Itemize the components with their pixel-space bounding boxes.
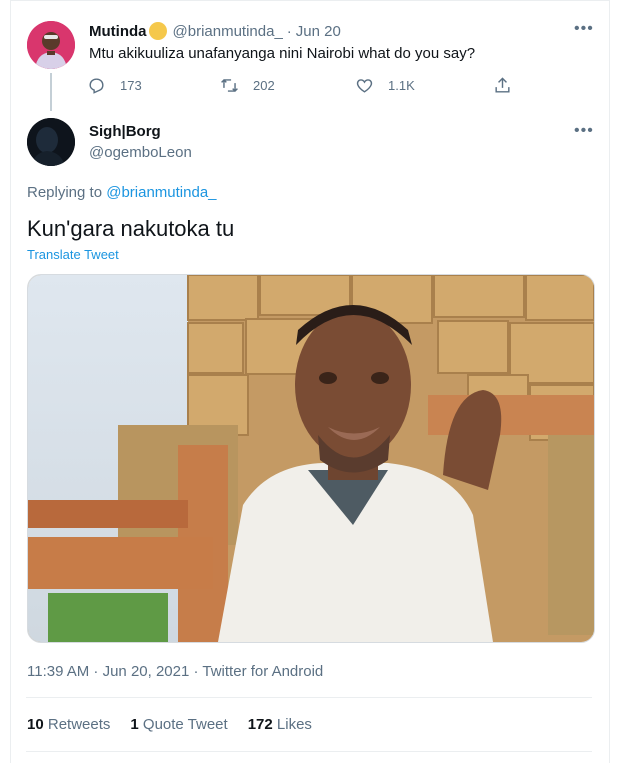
main-tweet-text: Kun'gara nakutoka tu	[27, 216, 235, 241]
parent-actions: 173 202 1.1K	[87, 76, 517, 96]
likes-label: Likes	[276, 716, 312, 733]
quotes-label: Quote Tweet	[142, 716, 228, 733]
retweet-button[interactable]: 202	[220, 76, 275, 95]
share-button[interactable]	[493, 76, 526, 95]
retweets-stat[interactable]: 10 Retweets	[27, 716, 110, 733]
parent-handle[interactable]: @brianmutinda_	[173, 23, 283, 40]
verified-badge-icon	[148, 22, 167, 40]
thread-connector-line	[50, 73, 52, 111]
main-handle[interactable]: @ogemboLeon	[89, 144, 192, 161]
share-icon	[495, 77, 510, 93]
retweets-label: Retweets	[47, 716, 111, 733]
parent-separator: ·	[286, 22, 292, 40]
parent-date[interactable]: Jun 20	[296, 23, 341, 40]
main-display-name[interactable]: Sigh|Borg	[89, 123, 161, 140]
parent-more-icon[interactable]: •••	[574, 20, 594, 38]
replying-to-line: Replying to @brianmutinda_	[27, 184, 217, 201]
media-photo	[28, 275, 594, 642]
reply-count: 173	[120, 78, 142, 93]
avatar-main-image	[27, 118, 75, 166]
engagement-stats: 10 Retweets 1 Quote Tweet 172 Likes	[27, 716, 312, 733]
avatar-parent[interactable]	[27, 21, 75, 69]
heart-icon	[356, 79, 373, 93]
parent-display-name[interactable]: Mutinda	[89, 23, 147, 40]
replying-prefix: Replying to	[27, 184, 103, 201]
quotes-stat[interactable]: 1 Quote Tweet	[130, 716, 227, 733]
divider-top	[26, 697, 592, 698]
tweet-media-image[interactable]	[27, 274, 595, 643]
retweet-icon	[221, 78, 238, 93]
divider-bottom	[26, 751, 592, 752]
tweet-timestamp[interactable]: 11:39 AM · Jun 20, 2021 · Twitter for An…	[27, 663, 323, 680]
avatar-parent-image	[27, 21, 75, 69]
like-button[interactable]: 1.1K	[355, 76, 415, 95]
main-more-icon[interactable]: •••	[574, 122, 594, 140]
like-count: 1.1K	[388, 78, 415, 93]
reply-button[interactable]: 173	[87, 76, 142, 95]
translate-tweet-link[interactable]: Translate Tweet	[27, 247, 119, 262]
likes-count: 172	[247, 716, 273, 733]
replying-to-link[interactable]: @brianmutinda_	[106, 184, 216, 201]
quotes-count: 1	[130, 716, 139, 733]
parent-header: Mutinda @brianmutinda_ · Jun 20	[89, 22, 341, 40]
retweet-count: 202	[253, 78, 275, 93]
avatar-main[interactable]	[27, 118, 75, 166]
parent-text: Mtu akikuuliza unafanyanga nini Nairobi …	[89, 45, 476, 62]
reply-icon	[89, 78, 104, 94]
likes-stat[interactable]: 172 Likes	[248, 716, 312, 733]
retweets-count: 10	[27, 716, 44, 733]
